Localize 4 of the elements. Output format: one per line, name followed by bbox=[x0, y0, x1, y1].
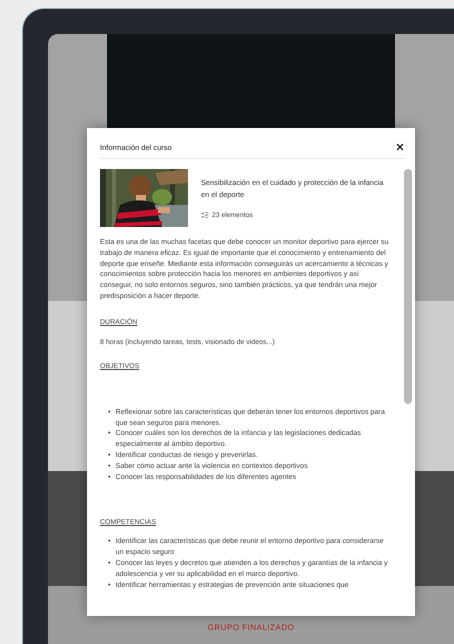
group-status: GRUPO FINALIZADO bbox=[208, 623, 294, 632]
list-icon bbox=[201, 211, 209, 219]
scrollbar-thumb[interactable] bbox=[404, 169, 412, 404]
close-icon[interactable] bbox=[395, 142, 405, 152]
